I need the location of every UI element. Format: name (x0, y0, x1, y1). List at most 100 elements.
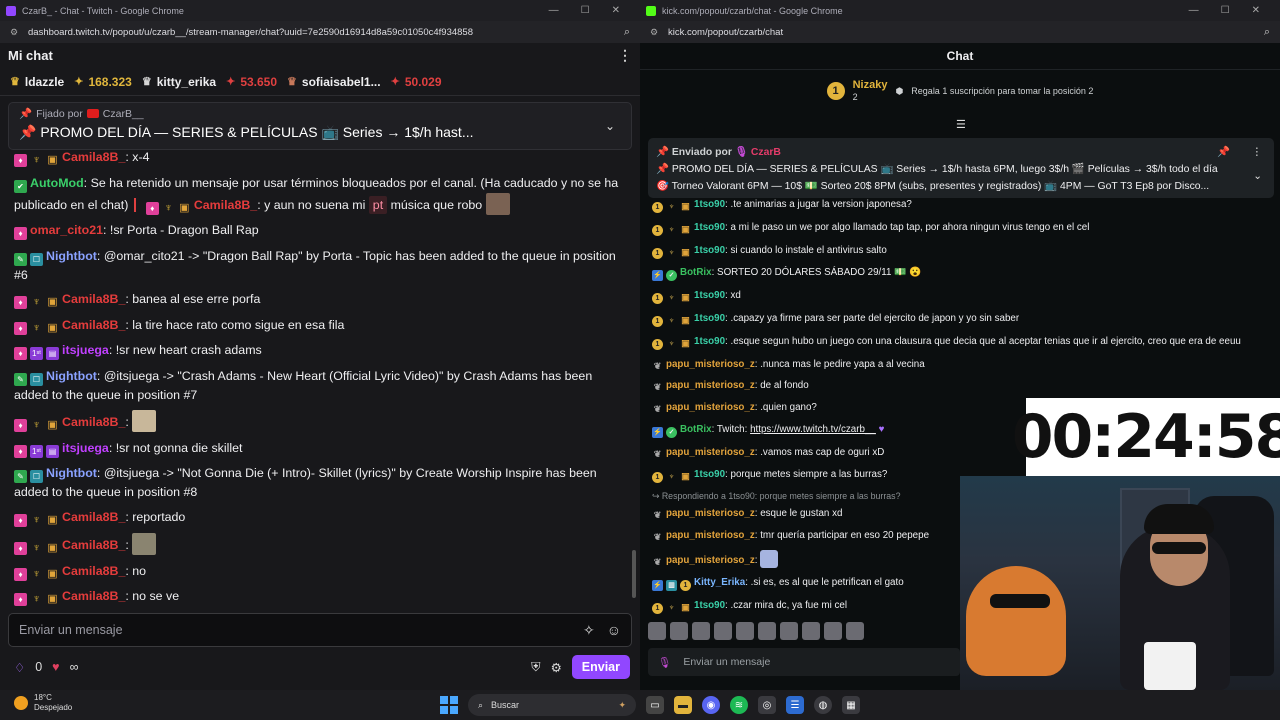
chat-username[interactable]: AutoMod (30, 176, 84, 190)
chat-username[interactable]: Nightbot (46, 466, 97, 480)
leader-item[interactable]: ✦ 168.323 (74, 75, 132, 89)
chat-message: ♦ ♆ ▣ Camila8B_: x-4 (14, 148, 622, 167)
leader-item[interactable]: ✦ 50.029 (391, 75, 442, 89)
purple-heart-icon: ♥ (878, 423, 885, 435)
paw-badge-icon: ❦ (653, 532, 662, 543)
pinned-message[interactable]: 📌 Fijado por CzarB__ 📌 PROMO DEL DÍA — S… (8, 102, 632, 150)
chat-message: ♦ 1ˢᵗ ▤ itsjuega: !sr not gonna die skillet (14, 439, 622, 458)
chat-input[interactable]: Enviar un mensaje ✧ ☺ (8, 613, 632, 647)
chat-username[interactable]: Camila8B_ (62, 510, 125, 524)
minimize-icon[interactable]: — (549, 5, 559, 16)
chevron-down-icon[interactable]: ⌄ (1253, 168, 1262, 185)
kick-chat-input[interactable]: 🎙 Enviar un mensaje (648, 648, 960, 676)
chevron-down-icon[interactable]: ⌄ (605, 119, 615, 133)
emote-button[interactable] (692, 622, 710, 640)
youtube-badge-icon (86, 109, 99, 118)
minimize-icon[interactable]: — (1189, 5, 1199, 16)
close-icon[interactable]: ✕ (1252, 5, 1260, 16)
chat-username[interactable]: Camila8B_ (62, 564, 125, 578)
laurel-badge-icon: ♆ (164, 201, 173, 214)
chrome-icon[interactable]: ◎ (758, 696, 776, 714)
right-url[interactable]: kick.com/popout/czarb/chat (668, 27, 1264, 38)
leader-item[interactable]: ♛ ldazzle (10, 75, 64, 89)
weather-widget[interactable]: 18°C Despejado (14, 693, 72, 713)
maximize-icon[interactable]: ☐ (581, 5, 590, 16)
site-info-icon[interactable]: ⚙ (650, 27, 660, 37)
gift-badge-icon: ▣ (681, 337, 690, 348)
settings-gear-icon[interactable]: ⚙ (551, 660, 562, 675)
maximize-icon[interactable]: ☐ (1221, 5, 1230, 16)
chat-username[interactable]: Camila8B_ (62, 538, 125, 552)
heart-badge-icon[interactable]: ♥ (52, 660, 59, 674)
obs-icon[interactable]: ◍ (814, 696, 832, 714)
plush-toy-shape (966, 566, 1066, 676)
webcam-overlay (960, 476, 1280, 690)
notepad-icon[interactable]: ☰ (786, 696, 804, 714)
kick-message: ❦ papu_misterioso_z: .nunca mas le pedire… (653, 358, 925, 371)
discord-icon[interactable]: ◉ (702, 696, 720, 714)
emote-button[interactable] (670, 622, 688, 640)
right-titlebar: kick.com/popout/czarb/chat - Google Chro… (640, 0, 1280, 21)
more-options-icon[interactable]: ⋮ (618, 47, 632, 64)
site-info-icon[interactable]: ⚙ (10, 27, 20, 37)
windows-start-icon[interactable] (440, 696, 458, 714)
pin-icon: 📌 (656, 147, 669, 158)
file-explorer-icon[interactable]: ▬ (674, 696, 692, 714)
chat-username[interactable]: omar_cito21 (30, 223, 103, 237)
close-icon[interactable]: ✕ (612, 5, 620, 16)
gem-badge-icon: ♦ (14, 567, 27, 581)
left-address-bar[interactable]: ⚙ dashboard.twitch.tv/popout/u/czarb__/s… (0, 21, 640, 43)
left-url[interactable]: dashboard.twitch.tv/popout/u/czarb__/str… (28, 27, 624, 38)
held-message: ♦ ♆ ▣ Camila8B_: y aun no suena mi pt músic… (133, 192, 510, 215)
chat-scrollbar[interactable] (632, 550, 636, 598)
chat-title: Mi chat (8, 48, 53, 63)
kick-pinned-message[interactable]: 📌 Enviado por 🎙 CzarB 📌 PROMO DEL DÍA — … (648, 138, 1274, 198)
emote-button[interactable] (846, 622, 864, 640)
emote-button[interactable] (824, 622, 842, 640)
zoom-icon[interactable]: ⌕ (624, 26, 630, 39)
chat-username[interactable]: itsjuega (62, 441, 109, 455)
chat-username[interactable]: Camila8B_ (62, 292, 125, 306)
search-icon: ⌕ (478, 699, 484, 710)
chat-username[interactable]: Nightbot (46, 369, 97, 383)
unpin-icon[interactable]: 📌 (1217, 144, 1230, 161)
gem-badge-icon: ♦ (14, 513, 27, 527)
chat-username[interactable]: Camila8B_ (62, 589, 125, 603)
purple-badge-icon: ▤ (46, 347, 59, 360)
coin-badge-icon: 1 (652, 315, 663, 327)
more-options-icon[interactable]: ⋮ (1252, 144, 1262, 161)
emote-button[interactable] (758, 622, 776, 640)
leader-item[interactable]: ✦ 53.650 (226, 75, 277, 89)
emote-button[interactable] (736, 622, 754, 640)
chat-username[interactable]: itsjuega (62, 343, 109, 357)
emote-button[interactable] (714, 622, 732, 640)
right-address-bar[interactable]: ⚙ kick.com/popout/czarb/chat ⌕ (640, 21, 1280, 43)
calculator-icon[interactable]: ▦ (842, 696, 860, 714)
party-popper-icon[interactable]: ✧ (583, 622, 595, 639)
emote-button[interactable] (780, 622, 798, 640)
shield-icon[interactable]: ⛨ (531, 660, 540, 675)
chat-username[interactable]: Camila8B_ (62, 150, 125, 164)
mic-icon[interactable]: 🎙 (658, 656, 671, 669)
twitch-link[interactable]: https://www.twitch.tv/czarb__ (750, 424, 876, 435)
emote-button[interactable] (802, 622, 820, 640)
spotify-icon[interactable]: ≋ (730, 696, 748, 714)
zoom-icon[interactable]: ⌕ (1264, 26, 1270, 39)
points-count: 0 (35, 660, 43, 674)
coin-badge-icon: 1 (652, 202, 663, 213)
chat-username[interactable]: Nightbot (46, 249, 97, 263)
emoji-icon[interactable]: ☺ (607, 622, 621, 638)
emote-button[interactable] (648, 622, 666, 640)
filter-icon[interactable]: ☰ (956, 118, 966, 131)
leader-item[interactable]: ♛ sofiaisabel1... (287, 75, 381, 89)
chat-username[interactable]: Camila8B_ (62, 415, 125, 429)
top-gifter-name[interactable]: Nizaky (853, 79, 888, 91)
purple-badge-icon: ▤ (46, 444, 59, 458)
chat-username[interactable]: Camila8B_ (62, 318, 125, 332)
leader-item[interactable]: ♛ kitty_erika (142, 75, 216, 89)
taskbar-search[interactable]: ⌕ Buscar ✦ (468, 694, 636, 716)
bot-badge-icon: ⚡ (652, 579, 663, 591)
task-view-icon[interactable]: ▭ (646, 696, 664, 714)
send-button[interactable]: Enviar (571, 655, 630, 679)
channel-points-icon[interactable]: ♢ (14, 660, 25, 675)
